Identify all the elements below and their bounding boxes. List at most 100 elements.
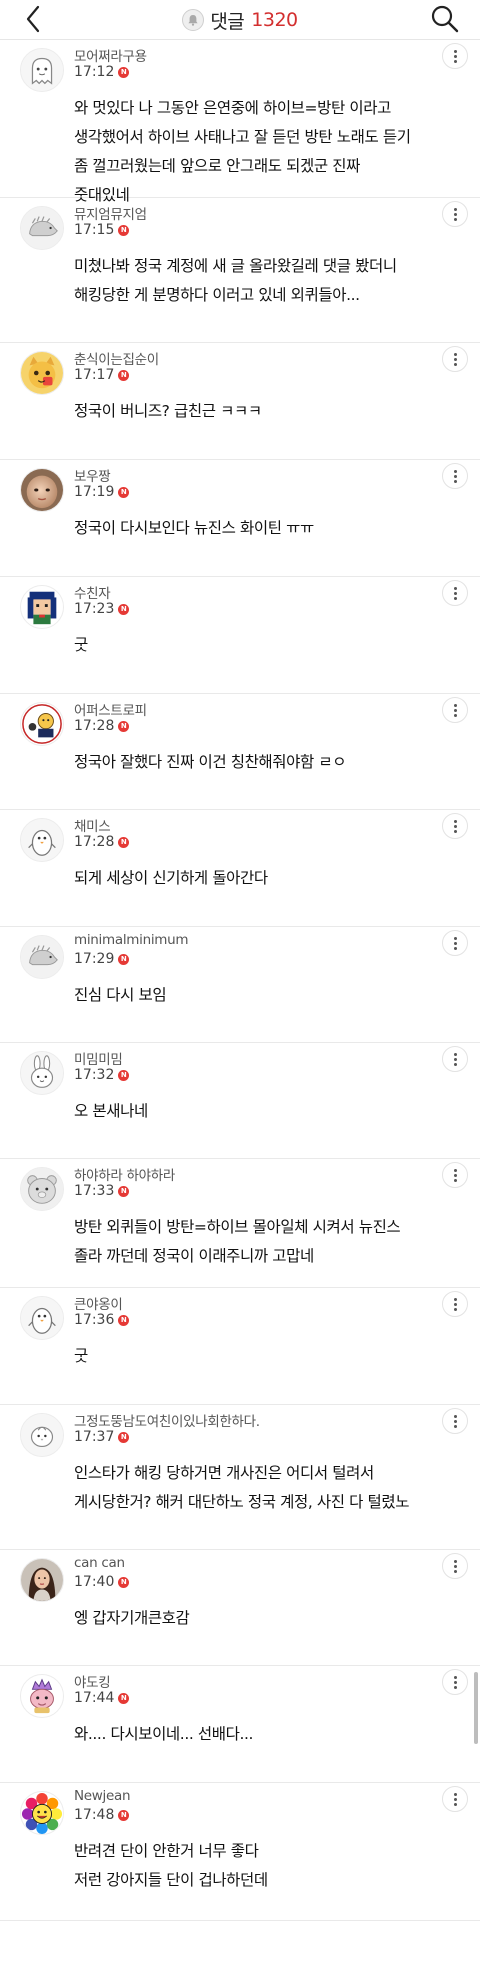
yellow-cat-avatar[interactable] bbox=[20, 351, 64, 395]
comment-nickname[interactable]: 야도킹 bbox=[74, 1671, 111, 1691]
penguin-avatar[interactable] bbox=[20, 1296, 64, 1340]
comment-item[interactable]: can can 17:40 N 엥 갑자기개큰호감 bbox=[0, 1550, 480, 1666]
comment-item[interactable]: 하야하라 하야하라 17:33 N 방탄 외퀴들이 방탄=하이브 몰아일체 시켜서 뉴… bbox=[0, 1159, 480, 1288]
comment-nickname[interactable]: 춘식이는집순이 bbox=[74, 348, 159, 368]
comment-item[interactable]: 뮤지엄뮤지엄 17:15 N 미쳤나봐 정국 계정에 새 글 올라왔길레 댓글 봤더니… bbox=[0, 198, 480, 343]
comment-time: 17:48 bbox=[74, 1807, 115, 1823]
comment-nickname[interactable]: can can bbox=[74, 1555, 125, 1571]
comment-time: 17:44 bbox=[74, 1690, 115, 1706]
comment-text: 진심 다시 보임 bbox=[74, 981, 454, 1010]
crown-pokemon-avatar[interactable] bbox=[20, 1674, 64, 1718]
comment-text: 정국이 다시보인다 뉴진스 화이틴 ㅠㅠ bbox=[74, 514, 454, 543]
comment-text: 엥 갑자기개큰호감 bbox=[74, 1604, 454, 1633]
comment-time: 17:23 bbox=[74, 601, 115, 617]
comment-meta: 17:40 N bbox=[74, 1574, 130, 1590]
more-options-button[interactable] bbox=[442, 1786, 468, 1812]
new-badge: N bbox=[118, 836, 130, 848]
comment-item[interactable]: 그정도뚱남도여친이있나회한하다. 17:37 N 인스타가 해킹 당하거면 개사진은 … bbox=[0, 1405, 480, 1550]
new-badge: N bbox=[118, 1314, 130, 1326]
pixel-character-avatar[interactable] bbox=[20, 585, 64, 629]
cartoon-duo-avatar[interactable] bbox=[20, 702, 64, 746]
comment-nickname[interactable]: 수친자 bbox=[74, 582, 111, 602]
comment-meta: 17:44 N bbox=[74, 1690, 130, 1706]
comment-text: 굿 bbox=[74, 1342, 454, 1371]
bell-icon[interactable] bbox=[182, 9, 205, 31]
new-badge: N bbox=[118, 1576, 130, 1588]
comment-nickname[interactable]: 미밈미밈 bbox=[74, 1048, 123, 1068]
comment-time: 17:28 bbox=[74, 834, 115, 850]
comment-text-line: 좀 껄끄러웠는데 앞으로 안그래도 되겠군 진짜 bbox=[74, 157, 360, 175]
search-icon bbox=[431, 5, 459, 33]
comment-item[interactable]: 춘식이는집순이 17:17 N 정국이 버니즈? 급친근 ㅋㅋㅋ bbox=[0, 343, 480, 460]
person-photo-avatar[interactable] bbox=[20, 1558, 64, 1602]
comment-time: 17:32 bbox=[74, 1067, 115, 1083]
ghost-avatar[interactable] bbox=[20, 48, 64, 92]
new-badge: N bbox=[118, 1069, 130, 1081]
comment-nickname[interactable]: 보우짱 bbox=[74, 465, 111, 485]
comment-text: 정국이 버니즈? 급친근 ㅋㅋㅋ bbox=[74, 397, 454, 426]
penguin-avatar[interactable] bbox=[20, 818, 64, 862]
more-options-button[interactable] bbox=[442, 697, 468, 723]
comment-text: 인스타가 해킹 당하거면 개사진은 어디서 털려서 게시당한거? 해커 대단하노 … bbox=[74, 1459, 454, 1517]
hedgehog-avatar[interactable] bbox=[20, 206, 64, 250]
comment-text-line: 정국아 잘했다 진짜 이건 칭찬해줘야함 ㄹㅇ bbox=[74, 753, 347, 771]
scrollbar[interactable] bbox=[474, 1672, 478, 1744]
more-options-button[interactable] bbox=[442, 1162, 468, 1188]
more-options-button[interactable] bbox=[442, 1553, 468, 1579]
comment-nickname[interactable]: 하야하라 하야하라 bbox=[74, 1164, 175, 1184]
comment-item[interactable]: 미밈미밈 17:32 N 오 본새나네 bbox=[0, 1043, 480, 1159]
comment-text-line: 졸라 까던데 정국이 이래주니까 고맙네 bbox=[74, 1247, 314, 1265]
more-options-button[interactable] bbox=[442, 201, 468, 227]
comment-nickname[interactable]: 모어쩌라구용 bbox=[74, 45, 147, 65]
comment-meta: 17:15 N bbox=[74, 222, 130, 238]
comment-nickname[interactable]: 큰야옹이 bbox=[74, 1293, 123, 1313]
comment-item[interactable]: 수친자 17:23 N 굿 bbox=[0, 577, 480, 694]
comment-item[interactable]: Newjean 17:48 N 반려견 단이 안한거 너무 좋다 저런 강아지들 단이 … bbox=[0, 1783, 480, 1921]
search-button[interactable] bbox=[428, 2, 462, 36]
comment-item[interactable]: minimalminimum 17:29 N 진심 다시 보임 bbox=[0, 927, 480, 1043]
more-options-button[interactable] bbox=[442, 463, 468, 489]
new-badge: N bbox=[118, 224, 130, 236]
comment-nickname[interactable]: minimalminimum bbox=[74, 932, 189, 948]
comment-meta: 17:28 N bbox=[74, 834, 130, 850]
rabbit-avatar[interactable] bbox=[20, 1051, 64, 1095]
more-options-button[interactable] bbox=[442, 813, 468, 839]
bear-avatar[interactable] bbox=[20, 1167, 64, 1211]
comment-text-line: 오 본새나네 bbox=[74, 1102, 148, 1120]
comment-item[interactable]: 어퍼스트로피 17:28 N 정국아 잘했다 진짜 이건 칭찬해줘야함 ㄹㅇ bbox=[0, 694, 480, 810]
new-badge: N bbox=[118, 953, 130, 965]
more-options-button[interactable] bbox=[442, 930, 468, 956]
more-options-button[interactable] bbox=[442, 43, 468, 69]
comment-nickname[interactable]: 채미스 bbox=[74, 815, 111, 835]
comment-text-line: 굿 bbox=[74, 1347, 88, 1365]
more-options-button[interactable] bbox=[442, 1669, 468, 1695]
more-options-button[interactable] bbox=[442, 580, 468, 606]
more-options-button[interactable] bbox=[442, 1408, 468, 1434]
more-options-button[interactable] bbox=[442, 1291, 468, 1317]
new-badge: N bbox=[118, 369, 130, 381]
comment-item[interactable]: 야도킹 17:44 N 와.... 다시보이네... 선배다... bbox=[0, 1666, 480, 1783]
comment-nickname[interactable]: 어퍼스트로피 bbox=[74, 699, 147, 719]
new-badge: N bbox=[118, 720, 130, 732]
comment-item[interactable]: 채미스 17:28 N 되게 세상이 신기하게 돌아간다 bbox=[0, 810, 480, 927]
hedgehog-avatar[interactable] bbox=[20, 935, 64, 979]
comment-nickname[interactable]: 뮤지엄뮤지엄 bbox=[74, 203, 147, 223]
comment-item[interactable]: 모어쩌라구용 17:12 N 와 멋있다 나 그동안 은연중에 하이브=방탄 이라고 생… bbox=[0, 40, 480, 204]
rainbow-flower-avatar[interactable] bbox=[20, 1791, 64, 1835]
comment-item[interactable]: 큰야옹이 17:36 N 굿 bbox=[0, 1288, 480, 1405]
baby-photo-avatar[interactable] bbox=[20, 468, 64, 512]
page-title: 댓글 1320 bbox=[0, 0, 480, 40]
new-badge: N bbox=[118, 486, 130, 498]
more-options-button[interactable] bbox=[442, 1046, 468, 1072]
comment-text-line: 게시당한거? 해커 대단하노 정국 계정, 사진 다 털렸노 bbox=[74, 1493, 410, 1511]
comment-meta: 17:36 N bbox=[74, 1312, 130, 1328]
comment-nickname[interactable]: Newjean bbox=[74, 1788, 131, 1804]
comment-nickname[interactable]: 그정도뚱남도여친이있나회한하다. bbox=[74, 1410, 260, 1430]
comment-text: 정국아 잘했다 진짜 이건 칭찬해줘야함 ㄹㅇ bbox=[74, 748, 454, 777]
comment-time: 17:28 bbox=[74, 718, 115, 734]
more-options-button[interactable] bbox=[442, 346, 468, 372]
comment-text-line: 해킹당한 게 분명하다 이러고 있네 외퀴들아... bbox=[74, 286, 360, 304]
comment-time: 17:40 bbox=[74, 1574, 115, 1590]
comment-item[interactable]: 보우짱 17:19 N 정국이 다시보인다 뉴진스 화이틴 ㅠㅠ bbox=[0, 460, 480, 577]
bird-avatar[interactable] bbox=[20, 1413, 64, 1457]
